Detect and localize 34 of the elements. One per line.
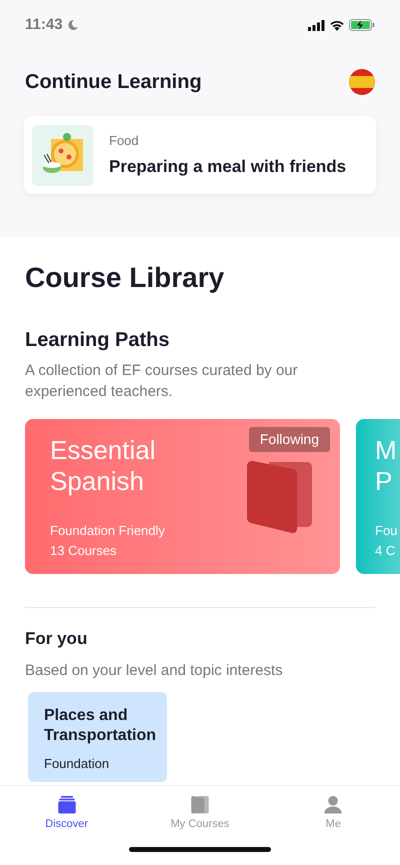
path-level: Fou: [375, 522, 398, 540]
path-title: Essential Spanish: [50, 435, 156, 497]
path-level: Foundation Friendly: [50, 522, 166, 540]
signal-icon: [308, 20, 325, 30]
section-title: Continue Learning: [25, 70, 202, 94]
spain-flag-icon[interactable]: [349, 69, 375, 95]
course-count: 13 Courses: [50, 542, 118, 560]
learning-path-card[interactable]: Essential Spanish Foundation Friendly 13 Courses Following: [25, 419, 340, 574]
stack-icon: [56, 796, 77, 814]
lesson-category: Food: [109, 132, 140, 150]
battery-icon: [349, 19, 375, 31]
course-card[interactable]: Places and Transportation Foundation: [28, 692, 167, 782]
lesson-card[interactable]: Food Preparing a meal with friends: [24, 116, 376, 194]
section-title: Learning Paths: [25, 328, 170, 352]
page-title: Course Library: [24, 261, 226, 295]
tab-button[interactable]: Discover: [0, 786, 134, 833]
food-illustration-icon: [32, 124, 93, 186]
tab-button[interactable]: Me: [266, 786, 400, 833]
course-level: Foundation: [44, 754, 110, 772]
tab-button[interactable]: My Courses: [133, 786, 267, 833]
person-icon: [323, 796, 344, 814]
wifi-icon: [329, 20, 345, 30]
status-time: 11:43: [25, 14, 63, 35]
path-title: M P: [375, 435, 397, 497]
book-icon: [247, 459, 313, 534]
section-description: Based on your level and topic interests: [25, 660, 284, 680]
section-description: A collection of EF courses curated by our experienced teachers.: [25, 361, 299, 402]
book-icon: [190, 796, 210, 814]
section-title: For you: [25, 628, 88, 650]
moon-icon: [66, 19, 79, 31]
home-indicator[interactable]: [129, 846, 271, 852]
lesson-title: Preparing a meal with friends: [109, 156, 346, 178]
following-badge: Following: [248, 427, 330, 452]
course-count: 4 C: [375, 542, 396, 560]
